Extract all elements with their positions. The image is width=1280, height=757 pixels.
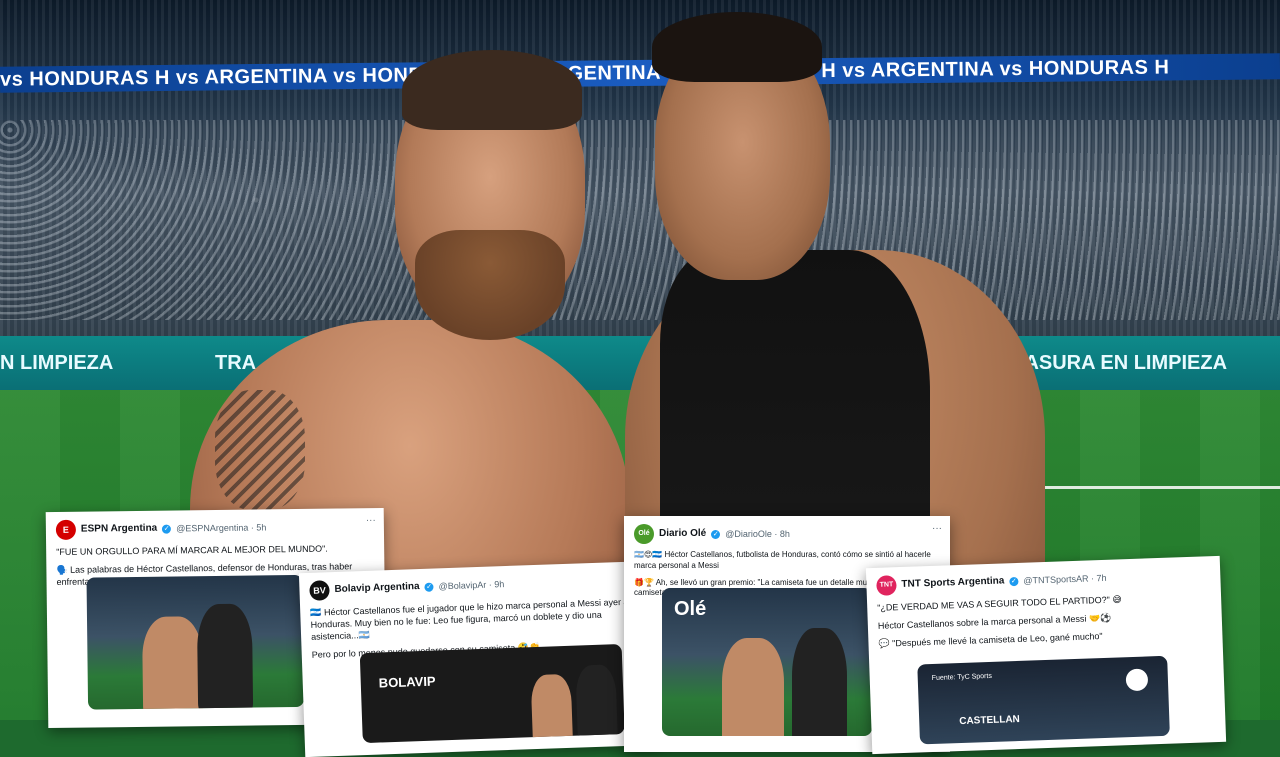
media-source: Fuente: TyC Sports [931,672,993,682]
more-options-icon[interactable]: ··· [366,514,376,528]
player-right-hair [652,12,822,82]
tweet-handle[interactable]: @TNTSportsAR · 7h [1023,572,1107,587]
tweet-author[interactable]: TNT Sports Argentina [901,575,1004,592]
image-figure [141,616,204,710]
tweet-handle[interactable]: @DiarioOle · 8h [725,528,790,540]
tweet-image[interactable]: Olé [662,588,872,736]
image-figure [196,603,254,710]
pitch-line [1040,486,1280,489]
verified-icon: ✓ [711,529,721,539]
media-logo: BOLAVIP [378,673,436,691]
espn-avatar[interactable]: E [55,519,77,540]
tnt-logo-icon [1125,668,1149,692]
tweet-header: E ESPN Argentina ✓ @ESPNArgentina · 5h [55,516,374,540]
bolavip-avatar[interactable]: BV [309,580,330,601]
image-figure [530,673,574,744]
image-figure [575,664,618,741]
tweet-handle[interactable]: @BolavipAr · 9h [438,578,504,592]
ad-text-right: BASURA EN LIMPIEZA [1010,352,1228,374]
verified-icon: ✓ [424,582,434,592]
tweet-text: 🇭🇳 Héctor Castellanos fue el jugador que… [310,596,642,643]
tweet-card-bolavip[interactable]: BV Bolavip Argentina ✓ @BolavipAr · 9h 🇭… [298,560,660,757]
tweet-image[interactable]: Fuente: TyC Sports CASTELLAN [917,655,1170,745]
tweet-card-tnt[interactable]: TNT TNT Sports Argentina ✓ @TNTSportsAR … [865,555,1227,755]
tweet-author[interactable]: Diario Olé [659,527,706,541]
crowd [0,120,1280,320]
tweet-image[interactable]: BOLAVIP [359,644,625,744]
verified-icon: ✓ [162,524,172,534]
media-logo: Olé [674,598,707,620]
tweet-text: "FUE UN ORGULLO PARA MÍ MARCAR AL MEJOR … [56,543,328,557]
tweet-author[interactable]: Bolavip Argentina [334,580,420,596]
tweet-image[interactable] [86,574,305,710]
image-figure [722,638,784,736]
jersey-label: CASTELLAN [959,713,1020,728]
more-options-icon[interactable]: ··· [932,522,942,536]
ad-text-left: N LIMPIEZA [0,352,114,374]
player-left-hair [402,50,582,130]
ole-avatar[interactable]: Olé [634,524,654,544]
tnt-avatar[interactable]: TNT [876,575,897,596]
tweet-author[interactable]: ESPN Argentina [81,522,157,536]
tweet-handle[interactable]: @ESPNArgentina · 5h [176,521,266,534]
verified-icon: ✓ [1009,576,1019,586]
ad-text-center: TRA [215,352,257,374]
arm-tattoo [215,390,305,510]
player-left-beard [415,230,565,340]
tweet-header: Olé Diario Olé ✓ @DiarioOle · 8h [634,524,940,544]
